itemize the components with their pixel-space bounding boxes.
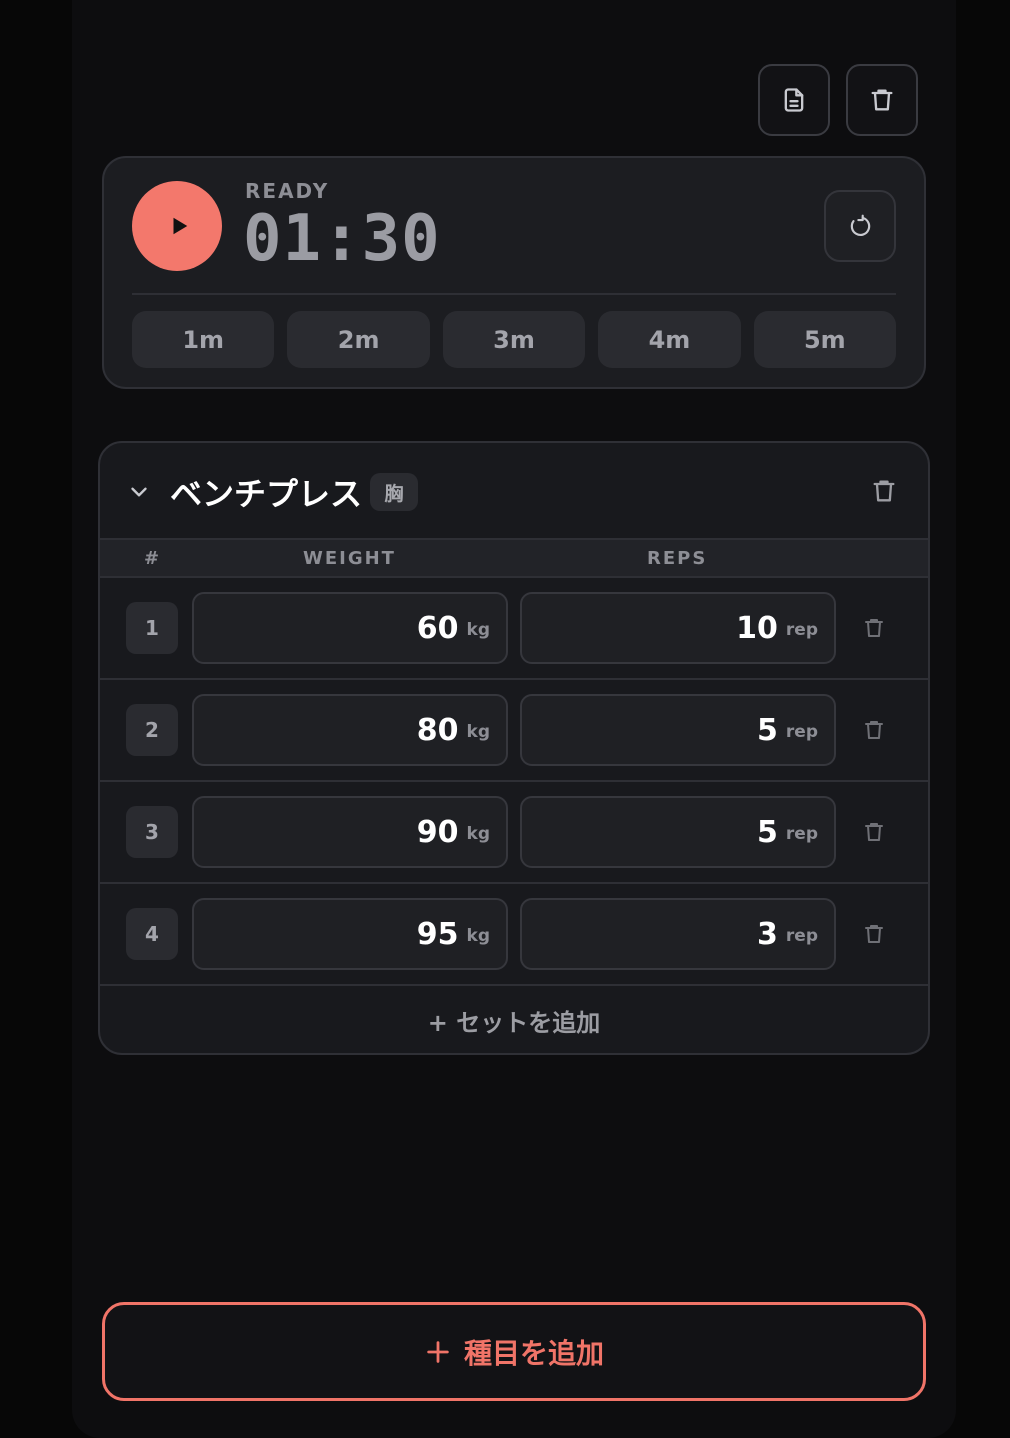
rest-timer: READY 01:30 1m 2m 3m 4m 5m: [102, 156, 926, 389]
set-number: 4: [126, 908, 178, 960]
preset-1m[interactable]: 1m: [132, 311, 275, 368]
reps-unit: rep: [785, 620, 818, 640]
delete-set-icon[interactable]: [862, 922, 886, 946]
preset-3m[interactable]: 3m: [442, 311, 586, 368]
exercise-card: ベンチプレス 胸 # WEIGHT REPS 1 60 kg 10 rep 2: [98, 441, 930, 1055]
exercise-name: ベンチプレス: [170, 475, 363, 513]
timer-display: 01:30: [243, 202, 441, 276]
set-row: 1 60 kg 10 rep: [100, 578, 928, 680]
preset-2m[interactable]: 2m: [287, 311, 430, 368]
weight-unit: kg: [466, 824, 490, 844]
reps-value: 5: [757, 814, 778, 850]
delete-set-icon[interactable]: [862, 820, 886, 844]
weight-value: 80: [416, 712, 459, 748]
timer-status: READY: [245, 179, 330, 203]
top-actions: [758, 64, 918, 136]
column-weight: WEIGHT: [303, 548, 396, 569]
weight-unit: kg: [466, 926, 490, 946]
reps-input[interactable]: 5 rep: [520, 694, 836, 766]
preset-5m[interactable]: 5m: [753, 311, 897, 368]
weight-value: 60: [416, 610, 459, 646]
set-row: 3 90 kg 5 rep: [100, 782, 928, 884]
add-exercise-button[interactable]: 種目を追加: [102, 1302, 926, 1401]
reset-icon: [850, 214, 871, 236]
play-button[interactable]: [132, 181, 222, 271]
delete-exercise-icon[interactable]: [870, 477, 898, 505]
reps-input[interactable]: 10 rep: [520, 592, 836, 664]
weight-input[interactable]: 90 kg: [192, 796, 508, 868]
delete-workout-button[interactable]: [846, 64, 918, 136]
set-row: 4 95 kg 3 rep: [100, 884, 928, 986]
set-number: 2: [126, 704, 178, 756]
reps-unit: rep: [785, 824, 818, 844]
weight-unit: kg: [466, 722, 490, 742]
weight-input[interactable]: 80 kg: [192, 694, 508, 766]
workout-panel: READY 01:30 1m 2m 3m 4m 5m ベンチプレス 胸 # WE…: [72, 0, 956, 1438]
delete-set-icon[interactable]: [862, 616, 886, 640]
weight-unit: kg: [466, 620, 490, 640]
weight-value: 90: [416, 814, 459, 850]
timer-divider: [132, 293, 896, 295]
weight-value: 95: [416, 916, 459, 952]
reps-unit: rep: [785, 722, 818, 742]
weight-input[interactable]: 60 kg: [192, 592, 508, 664]
play-icon: [173, 217, 187, 235]
chevron-down-icon[interactable]: [126, 479, 152, 505]
timer-presets: 1m 2m 3m 4m 5m: [132, 311, 897, 368]
document-icon: [784, 88, 804, 112]
reps-unit: rep: [785, 926, 818, 946]
delete-set-icon[interactable]: [862, 718, 886, 742]
reps-input[interactable]: 3 rep: [520, 898, 836, 970]
trash-icon: [871, 89, 893, 111]
reps-value: 5: [757, 712, 778, 748]
reps-value: 10: [736, 610, 778, 646]
add-exercise-label: 種目を追加: [463, 1336, 604, 1370]
reps-input[interactable]: 5 rep: [520, 796, 836, 868]
plus-icon: [427, 1340, 449, 1363]
notes-button[interactable]: [758, 64, 830, 136]
column-reps: REPS: [647, 548, 708, 569]
muscle-tag: 胸: [370, 473, 418, 511]
set-number: 1: [126, 602, 178, 654]
weight-input[interactable]: 95 kg: [192, 898, 508, 970]
reset-timer-button[interactable]: [824, 190, 896, 262]
exercise-header: ベンチプレス 胸: [100, 443, 928, 538]
set-number: 3: [126, 806, 178, 858]
reps-value: 3: [757, 916, 778, 952]
preset-4m[interactable]: 4m: [598, 311, 741, 368]
set-row: 2 80 kg 5 rep: [100, 680, 928, 782]
add-set-button[interactable]: + セットを追加: [100, 985, 928, 1053]
set-table-header: # WEIGHT REPS: [100, 538, 928, 578]
column-number: #: [144, 548, 162, 569]
